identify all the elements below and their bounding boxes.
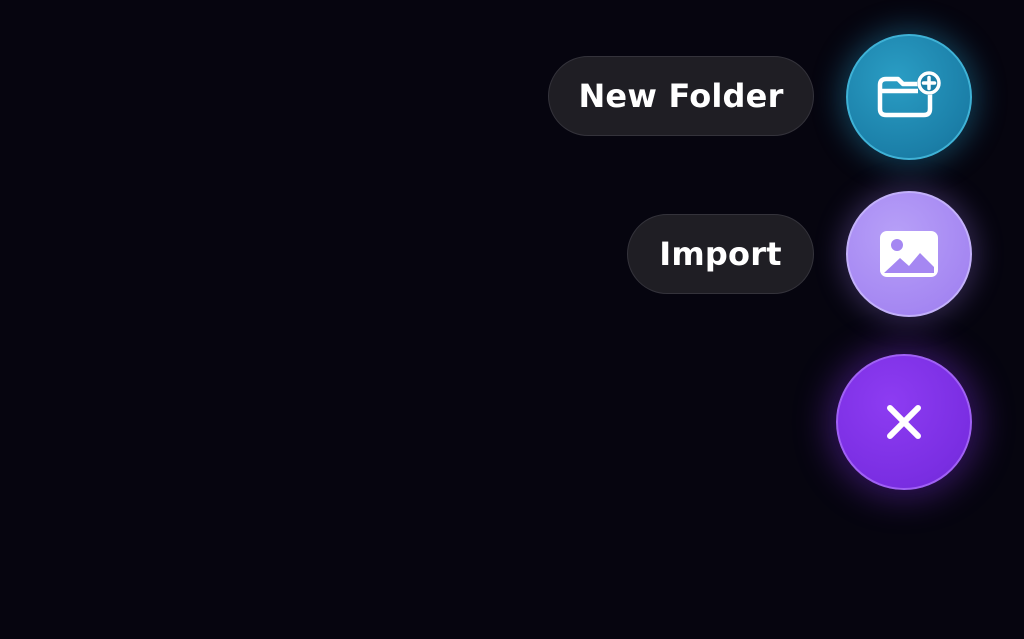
import-label[interactable]: Import	[627, 214, 814, 294]
new-folder-button[interactable]	[846, 34, 972, 160]
import-label-text: Import	[659, 235, 782, 273]
new-folder-label[interactable]: New Folder	[548, 56, 814, 136]
close-menu-button[interactable]	[836, 354, 972, 490]
close-icon	[884, 402, 924, 442]
new-folder-label-text: New Folder	[578, 77, 784, 115]
import-button[interactable]	[846, 191, 972, 317]
app-screen: New Folder Import	[0, 0, 1024, 639]
folder-plus-icon	[874, 69, 944, 125]
image-icon	[878, 229, 940, 279]
